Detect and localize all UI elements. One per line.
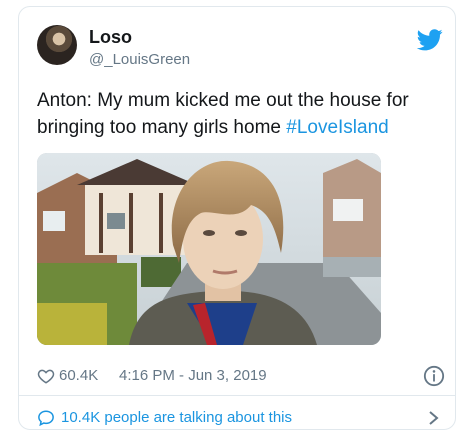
tweet-text: Anton: My mum kicked me out the house fo… [37,87,447,141]
heart-icon[interactable] [37,367,55,385]
author-name[interactable]: Loso [89,27,132,48]
tweet-timestamp[interactable]: 4:16 PM - Jun 3, 2019 [119,367,267,384]
tweet-photo[interactable] [37,153,381,345]
like-count[interactable]: 60.4K [59,367,98,384]
conversation-link[interactable]: 10.4K people are talking about this [37,407,447,429]
hashtag-link[interactable]: #LoveIsland [286,117,388,138]
divider [19,395,455,396]
avatar[interactable] [37,25,77,65]
info-icon[interactable] [423,365,445,387]
photo-image [37,153,381,345]
tweet-card: Loso @_LouisGreen Anton: My mum kicked m… [18,6,456,430]
author-handle[interactable]: @_LouisGreen [89,51,190,68]
twitter-bird-icon[interactable] [417,29,443,51]
conversation-label: 10.4K people are talking about this [61,409,292,426]
tweet-meta: 60.4K 4:16 PM - Jun 3, 2019 [37,365,447,387]
speech-bubble-icon [38,410,54,427]
chevron-right-icon [429,411,439,425]
